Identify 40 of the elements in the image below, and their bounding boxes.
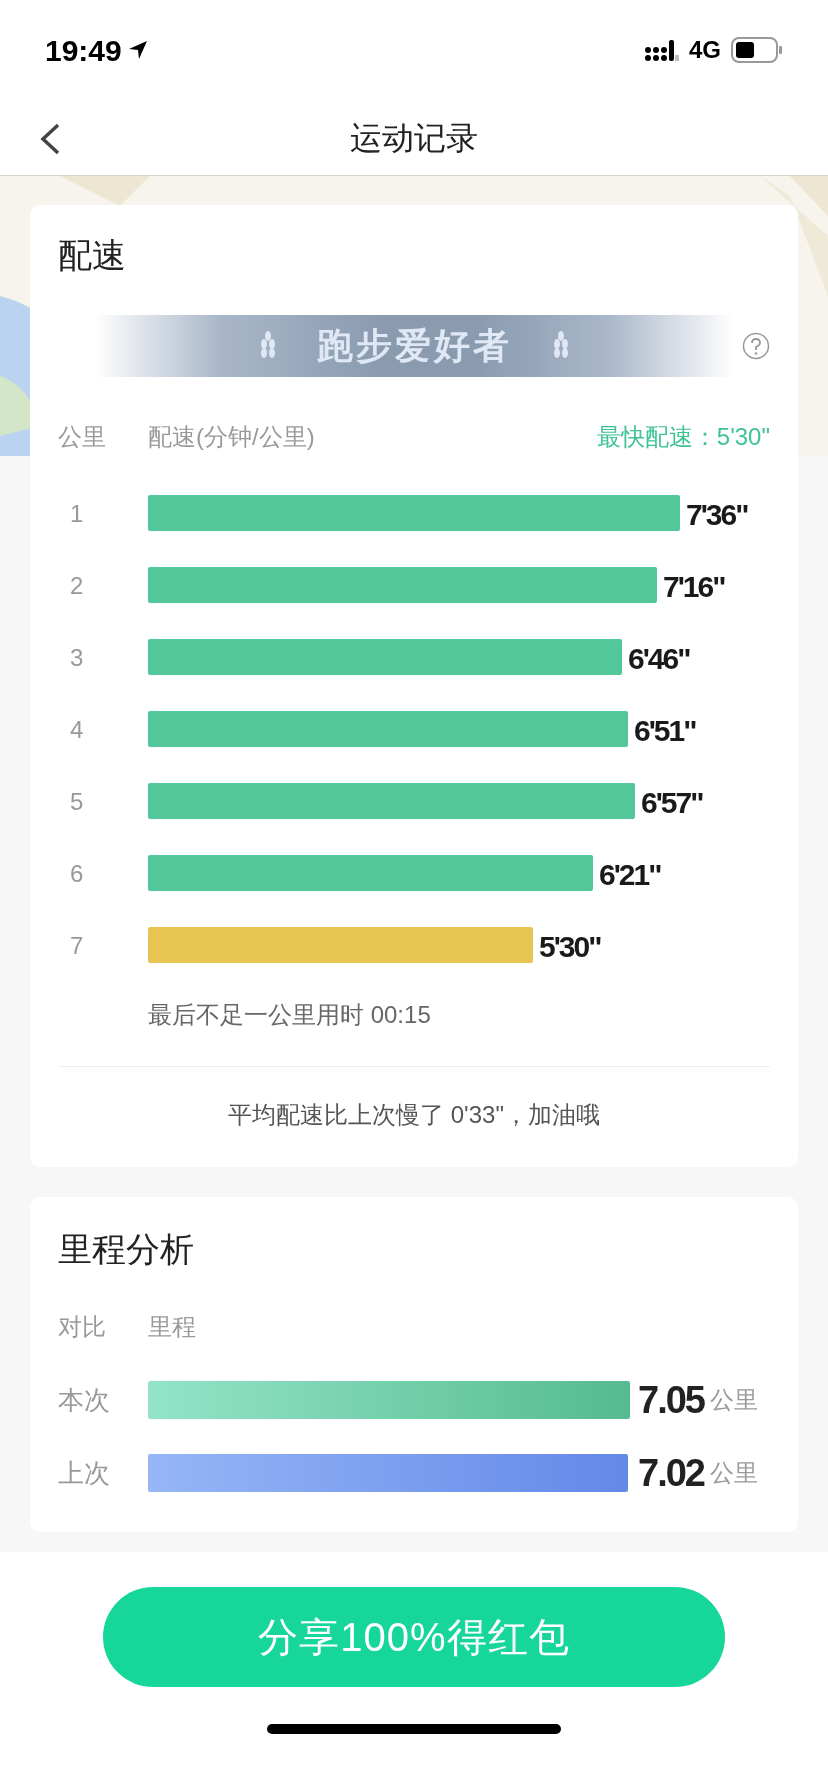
km-number: 1 xyxy=(70,500,84,527)
fastest-pace-label: 最快配速：5'30" xyxy=(596,422,770,452)
km-number: 4 xyxy=(70,716,84,743)
pace-value: 6'51" xyxy=(634,714,696,747)
column-header: 配速(分钟/公里) xyxy=(148,422,315,452)
note-text: 最后不足一公里用时 00:15 xyxy=(148,1000,432,1030)
page-title: 运动记录 xyxy=(350,118,478,158)
pace-value: 7'36" xyxy=(686,498,748,531)
km-number: 5 xyxy=(70,788,84,815)
pace-value: 5'30" xyxy=(539,930,601,963)
wheat-icon xyxy=(551,331,570,361)
column-header: 里程 xyxy=(148,1312,196,1342)
wheat-icon xyxy=(258,331,277,361)
signal-icon xyxy=(645,38,679,62)
column-header: 对比 xyxy=(58,1312,107,1342)
pace-value: 6'21" xyxy=(599,858,661,891)
pace-value: 7'16" xyxy=(663,570,725,603)
unit-label: 公里 xyxy=(709,1458,758,1488)
share-button[interactable]: 分享100%得红包 xyxy=(103,1587,725,1687)
row-label: 本次 xyxy=(58,1383,111,1417)
km-number: 2 xyxy=(70,572,84,599)
section-title: 配速 xyxy=(58,235,127,276)
unit-label: 公里 xyxy=(709,1385,758,1415)
km-number: 6 xyxy=(70,860,84,887)
column-header: 公里 xyxy=(58,422,107,452)
help-icon[interactable] xyxy=(742,332,770,360)
pace-value: 6'57" xyxy=(641,786,703,819)
location-arrow-icon xyxy=(127,40,148,60)
section-title: 里程分析 xyxy=(58,1229,195,1270)
row-label: 上次 xyxy=(58,1456,111,1490)
km-number: 3 xyxy=(70,644,84,671)
distance-value: 7.02 xyxy=(638,1450,704,1496)
back-icon[interactable] xyxy=(38,122,62,156)
battery-icon xyxy=(731,37,783,63)
network-label: 4G xyxy=(689,35,721,65)
status-time: 19:49 xyxy=(45,32,122,69)
pace-value: 6'46" xyxy=(628,642,690,675)
distance-value: 7.05 xyxy=(638,1377,704,1423)
summary-text: 平均配速比上次慢了 0'33"，加油哦 xyxy=(228,1100,600,1130)
km-number: 7 xyxy=(70,932,84,959)
